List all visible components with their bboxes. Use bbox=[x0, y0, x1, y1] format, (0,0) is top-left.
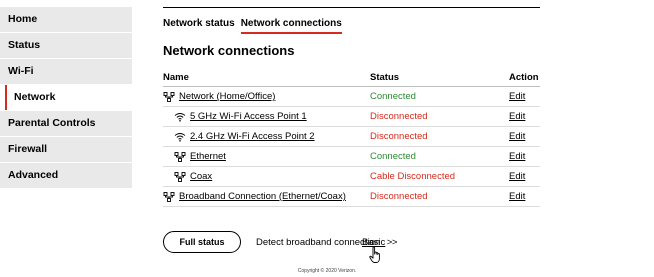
table-header: Name Status Action bbox=[163, 68, 540, 87]
edit-link[interactable]: Edit bbox=[509, 131, 525, 142]
tab-network-status[interactable]: Network status bbox=[163, 18, 235, 34]
sidebar-item-home[interactable]: Home bbox=[0, 7, 132, 32]
edit-link[interactable]: Edit bbox=[509, 91, 525, 102]
sidebar-item-wifi[interactable]: Wi-Fi bbox=[0, 59, 132, 84]
header-action: Action bbox=[509, 71, 539, 83]
status-text: Disconnected bbox=[370, 131, 428, 142]
connection-link[interactable]: Network (Home/Office) bbox=[179, 91, 275, 102]
connection-link[interactable]: Coax bbox=[190, 171, 212, 182]
row-name-cell: Network (Home/Office) bbox=[163, 91, 370, 102]
edit-link[interactable]: Edit bbox=[509, 191, 525, 202]
header-name: Name bbox=[163, 71, 189, 83]
status-text: Disconnected bbox=[370, 191, 428, 202]
page-title: Network connections bbox=[163, 43, 295, 58]
connections-table: Name Status Action Network (Home/Office)… bbox=[163, 68, 540, 207]
table-row: Network (Home/Office) Connected Edit bbox=[163, 87, 540, 107]
wifi-icon bbox=[174, 132, 186, 142]
network-icon bbox=[163, 191, 175, 202]
connection-link[interactable]: 2.4 GHz Wi-Fi Access Point 2 bbox=[190, 131, 315, 142]
table-row: Coax Cable Disconnected Edit bbox=[163, 167, 540, 187]
tab-network-connections[interactable]: Network connections bbox=[240, 18, 342, 34]
sidebar-nav: Home Status Wi-Fi Network Parental Contr… bbox=[0, 7, 132, 189]
hand-cursor-icon bbox=[369, 246, 380, 263]
edit-link[interactable]: Edit bbox=[509, 111, 525, 122]
tab-bar: Network status Network connections bbox=[163, 18, 342, 34]
network-icon bbox=[174, 171, 186, 182]
sidebar-item-advanced[interactable]: Advanced bbox=[0, 163, 132, 188]
connection-link[interactable]: 5 GHz Wi-Fi Access Point 1 bbox=[190, 111, 307, 122]
chevron-right-icon: > bbox=[391, 237, 398, 248]
status-text: Disconnected bbox=[370, 111, 428, 122]
header-status: Status bbox=[370, 71, 400, 83]
status-text: Connected bbox=[370, 91, 416, 102]
network-icon bbox=[174, 151, 186, 162]
connection-link[interactable]: Ethernet bbox=[190, 151, 226, 162]
wifi-icon bbox=[174, 112, 186, 122]
table-row: Ethernet Connected Edit bbox=[163, 147, 540, 167]
sidebar-item-parental-controls[interactable]: Parental Controls bbox=[0, 111, 132, 136]
full-status-button[interactable]: Full status bbox=[163, 231, 241, 253]
top-divider bbox=[163, 7, 540, 8]
sidebar-item-status[interactable]: Status bbox=[0, 33, 132, 58]
row-name-cell: 5 GHz Wi-Fi Access Point 1 bbox=[163, 111, 370, 122]
row-name-cell: Coax bbox=[163, 171, 370, 182]
row-name-cell: Broadband Connection (Ethernet/Coax) bbox=[163, 191, 370, 202]
sidebar-item-network[interactable]: Network bbox=[0, 85, 132, 110]
status-text: Cable Disconnected bbox=[370, 171, 456, 182]
row-name-cell: Ethernet bbox=[163, 151, 370, 162]
sidebar-item-firewall[interactable]: Firewall bbox=[0, 137, 132, 162]
table-row: Broadband Connection (Ethernet/Coax) Dis… bbox=[163, 187, 540, 207]
row-name-cell: 2.4 GHz Wi-Fi Access Point 2 bbox=[163, 131, 370, 142]
status-text: Connected bbox=[370, 151, 416, 162]
connection-link[interactable]: Broadband Connection (Ethernet/Coax) bbox=[179, 191, 346, 202]
table-row: 2.4 GHz Wi-Fi Access Point 2 Disconnecte… bbox=[163, 127, 540, 147]
copyright-text: Copyright © 2020 Verizon. bbox=[297, 268, 357, 274]
network-icon bbox=[163, 91, 175, 102]
table-row: 5 GHz Wi-Fi Access Point 1 Disconnected … bbox=[163, 107, 540, 127]
edit-link[interactable]: Edit bbox=[509, 171, 525, 182]
edit-link[interactable]: Edit bbox=[509, 151, 525, 162]
